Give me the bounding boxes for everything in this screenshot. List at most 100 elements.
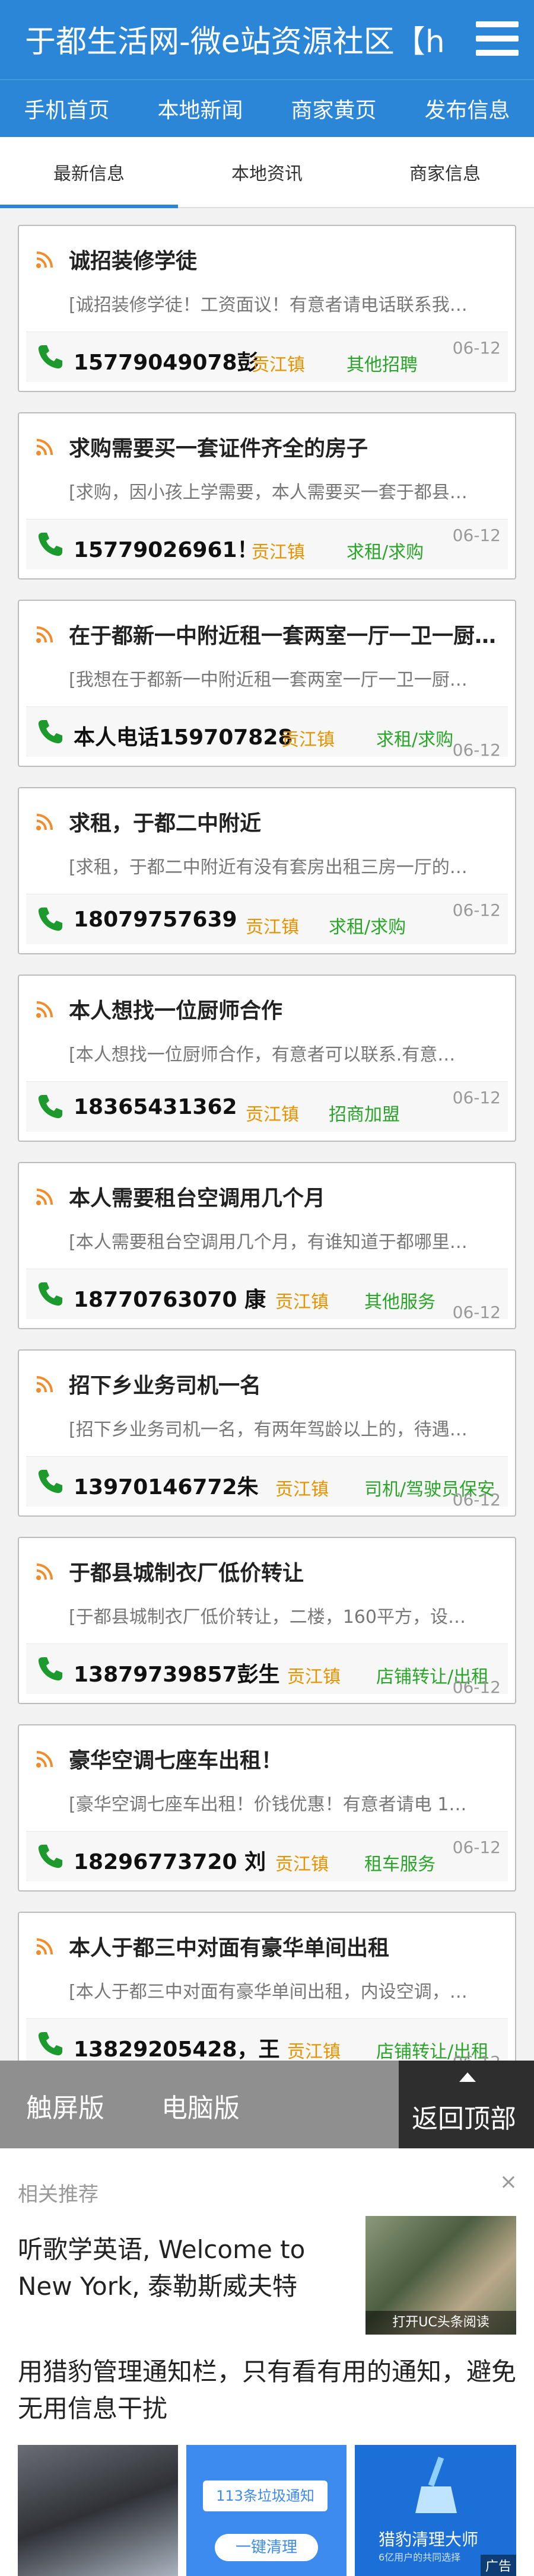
post-title[interactable]: 豪华空调七座车出租！ xyxy=(69,1743,501,1774)
tab-business-info[interactable]: 商家信息 xyxy=(356,137,534,207)
ad-image-cleaner[interactable]: 113条垃圾通知 一键清理 xyxy=(186,2445,347,2576)
post-town[interactable]: 贡江镇 xyxy=(281,725,335,751)
post-town[interactable]: 贡江镇 xyxy=(287,1662,341,1688)
post-category[interactable]: 求租/求购 xyxy=(347,537,424,563)
ad-image-phone[interactable] xyxy=(18,2445,178,2576)
close-icon[interactable]: × xyxy=(500,2170,517,2194)
post-card[interactable]: 于都县城制衣厂低价转让 [于都县城制衣厂低价转让，二楼，160平方，设… 13879… xyxy=(18,1537,516,1704)
post-phone[interactable]: 13829205428，王 xyxy=(74,2032,280,2063)
phone-icon[interactable] xyxy=(37,1093,64,1120)
post-excerpt: [豪华空调七座车出租！价钱优惠！有意者请电 1… xyxy=(69,1794,467,1815)
back-to-top-button[interactable]: 返回顶部 xyxy=(399,2061,534,2148)
ad-brand-sub: 6亿用户的共同选择 xyxy=(379,2552,461,2563)
rss-icon xyxy=(36,251,53,268)
phone-icon[interactable] xyxy=(37,2030,64,2057)
post-date: 06-12 xyxy=(452,526,501,545)
up-arrow-icon xyxy=(459,2072,476,2082)
recommend-article-2[interactable]: 用猎豹管理通知栏，只有看有用的通知，避免无用信息干扰 xyxy=(18,2354,516,2427)
main-nav: 手机首页 本地新闻 商家黄页 发布信息 xyxy=(0,79,534,137)
content-tabs: 最新信息 本地资讯 商家信息 xyxy=(0,137,534,208)
post-title[interactable]: 本人想找一位厨师合作 xyxy=(69,994,501,1024)
rss-icon xyxy=(36,1376,53,1393)
post-phone[interactable]: 18365431362 xyxy=(74,1095,237,1119)
post-town[interactable]: 贡江镇 xyxy=(246,1100,299,1126)
phone-icon[interactable] xyxy=(37,1655,64,1682)
post-title[interactable]: 于都县城制衣厂低价转让 xyxy=(69,1556,501,1587)
post-phone[interactable]: 15779026961！ xyxy=(74,533,259,563)
nav-local-news[interactable]: 本地新闻 xyxy=(157,93,243,124)
post-card[interactable]: 在于都新一中附近租一套两室一厅一卫一厨… [我想在于都新一中附近租一套两室一厅一卫… xyxy=(18,600,516,767)
rss-icon xyxy=(36,626,53,643)
post-excerpt: [本人于都三中对面有豪华单间出租，内设空调，… xyxy=(69,1982,468,2002)
post-card[interactable]: 本人想找一位厨师合作 [本人想找一位厨师合作，有意者可以联系.有意… 1836543… xyxy=(18,975,516,1142)
tab-latest[interactable]: 最新信息 xyxy=(0,137,178,208)
post-list: 诚招装修学徒 [诚招装修学徒！工资面议！有意者请电话联系我… 15779049078… xyxy=(0,208,534,2079)
post-phone[interactable]: 18770763070 康 xyxy=(74,1282,266,1313)
recommend-article-1[interactable]: 听歌学英语, Welcome to New York, 泰勒斯威夫特 xyxy=(18,2231,338,2305)
post-title[interactable]: 求租，于都二中附近 xyxy=(69,806,501,837)
post-category[interactable]: 求租/求购 xyxy=(376,725,453,751)
ad-image-brand[interactable]: 猎豹清理大师 6亿用户的共同选择 广告 xyxy=(355,2445,516,2576)
phone-icon[interactable] xyxy=(37,718,64,745)
post-footer: 18770763070 康贡江镇 其他服务 06-12 xyxy=(26,1269,508,1322)
post-phone[interactable]: 18079757639 xyxy=(74,908,237,932)
rss-icon xyxy=(36,1001,53,1018)
post-phone[interactable]: 13879739857彭生 xyxy=(74,1657,280,1688)
post-card[interactable]: 求租，于都二中附近 [求租，于都二中附近有没有套房出租三房一厅的… 18079757… xyxy=(18,787,516,954)
touch-version-link[interactable]: 触屏版 xyxy=(26,2087,104,2125)
post-date: 06-12 xyxy=(452,1838,501,1857)
post-phone[interactable]: 13970146772朱 xyxy=(74,1470,259,1501)
post-card[interactable]: 求购需要买一套证件齐全的房子 [求购，因小孩上学需要，本人需要买一套于都县… 157… xyxy=(18,412,516,579)
phone-icon[interactable] xyxy=(37,1842,64,1870)
post-title[interactable]: 本人于都三中对面有豪华单间出租 xyxy=(69,1931,501,1962)
post-town[interactable]: 贡江镇 xyxy=(275,1475,329,1501)
phone-icon[interactable] xyxy=(37,905,64,932)
post-category[interactable]: 其他招聘 xyxy=(347,350,418,376)
post-title[interactable]: 招下乡业务司机一名 xyxy=(69,1368,501,1399)
broom-icon xyxy=(415,2457,457,2513)
phone-icon[interactable] xyxy=(37,1467,64,1495)
hamburger-menu-icon[interactable] xyxy=(476,21,519,58)
post-excerpt: [本人想找一位厨师合作，有意者可以联系.有意… xyxy=(69,1045,456,1065)
pc-version-link[interactable]: 电脑版 xyxy=(161,2087,240,2125)
post-town[interactable]: 贡江镇 xyxy=(287,2037,341,2063)
post-category[interactable]: 招商加盟 xyxy=(329,1100,400,1126)
post-title[interactable]: 在于都新一中附近租一套两室一厅一卫一厨… xyxy=(69,619,501,649)
post-title[interactable]: 本人需要租台空调用几个月 xyxy=(69,1181,501,1212)
post-card[interactable]: 豪华空调七座车出租！ [豪华空调七座车出租！价钱优惠！有意者请电 1… 182967… xyxy=(18,1724,516,1892)
recommend-heading: 相关推荐 xyxy=(18,2183,98,2206)
post-phone[interactable]: 本人电话159707828 xyxy=(74,720,293,751)
post-date: 06-12 xyxy=(452,338,501,358)
post-town[interactable]: 贡江镇 xyxy=(252,350,305,376)
post-card[interactable]: 诚招装修学徒 [诚招装修学徒！工资面议！有意者请电话联系我… 15779049078… xyxy=(18,225,516,392)
post-town[interactable]: 贡江镇 xyxy=(246,912,299,938)
tab-local-info[interactable]: 本地资讯 xyxy=(178,137,356,207)
post-town[interactable]: 贡江镇 xyxy=(275,1849,329,1876)
post-category[interactable]: 求租/求购 xyxy=(329,912,406,938)
post-card[interactable]: 招下乡业务司机一名 [招下乡业务司机一名，有两年驾龄以上的，待遇… 13970146… xyxy=(18,1349,516,1517)
post-card[interactable]: 本人需要租台空调用几个月 [本人需要租台空调用几个月，有谁知道于都哪里… 18770… xyxy=(18,1162,516,1329)
thumbnail-caption: 打开UC头条阅读 xyxy=(365,2311,516,2335)
article-1-thumbnail[interactable]: 打开UC头条阅读 xyxy=(365,2216,516,2335)
rss-icon xyxy=(36,1189,53,1205)
top-bar: 于都生活网-微e站资源社区【h xyxy=(0,0,534,79)
phone-icon[interactable] xyxy=(37,530,64,558)
post-footer: 13879739857彭生 贡江镇 店铺转让/出租 06-12 xyxy=(26,1644,508,1697)
post-town[interactable]: 贡江镇 xyxy=(252,537,305,563)
post-category[interactable]: 其他服务 xyxy=(364,1287,436,1313)
post-excerpt: [求购，因小孩上学需要，本人需要买一套于都县… xyxy=(69,482,468,503)
post-phone[interactable]: 18296773720 刘 xyxy=(74,1845,266,1876)
post-title[interactable]: 诚招装修学徒 xyxy=(69,244,501,275)
post-town[interactable]: 贡江镇 xyxy=(275,1287,329,1313)
rss-icon xyxy=(36,439,53,456)
post-card[interactable]: 本人于都三中对面有豪华单间出租 [本人于都三中对面有豪华单间出租，内设空调，… 13… xyxy=(18,1912,516,2079)
post-category[interactable]: 租车服务 xyxy=(364,1849,436,1876)
post-excerpt: [本人需要租台空调用几个月，有谁知道于都哪里… xyxy=(69,1232,468,1253)
phone-icon[interactable] xyxy=(37,1280,64,1307)
nav-home[interactable]: 手机首页 xyxy=(24,93,109,124)
post-title[interactable]: 求购需要买一套证件齐全的房子 xyxy=(69,431,501,462)
nav-business-pages[interactable]: 商家黄页 xyxy=(291,93,376,124)
post-phone[interactable]: 15779049078彭 xyxy=(74,345,259,376)
phone-icon[interactable] xyxy=(37,343,64,370)
nav-post-info[interactable]: 发布信息 xyxy=(424,93,510,124)
